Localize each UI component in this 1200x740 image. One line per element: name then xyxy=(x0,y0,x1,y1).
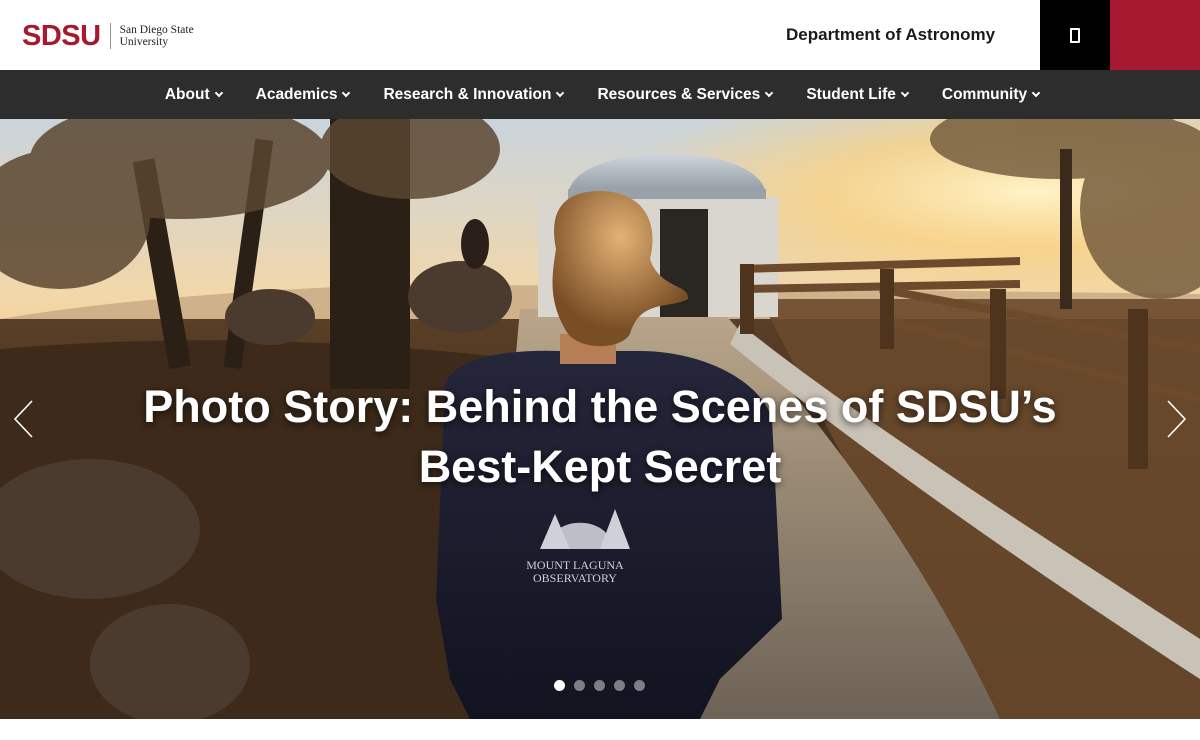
search-button[interactable] xyxy=(1040,0,1110,70)
nav-item-research[interactable]: Research & Innovation xyxy=(383,85,565,104)
carousel-dot-5[interactable] xyxy=(634,680,645,691)
sweatshirt-line-1: MOUNT LAGUNA xyxy=(526,558,624,572)
hero-carousel: MOUNT LAGUNA OBSERVATORY Photo Story: Be… xyxy=(0,119,1200,719)
chevron-down-icon xyxy=(1031,88,1041,98)
logo-divider xyxy=(109,23,111,49)
carousel-dot-1[interactable] xyxy=(554,680,565,691)
nav-item-resources[interactable]: Resources & Services xyxy=(597,85,774,104)
hero-title-line-2: Best-Kept Secret xyxy=(418,441,782,492)
nav-item-student-life[interactable]: Student Life xyxy=(806,85,910,104)
carousel-dot-4[interactable] xyxy=(614,680,625,691)
carousel-prev-button[interactable] xyxy=(12,399,36,439)
carousel-dot-3[interactable] xyxy=(594,680,605,691)
logo-university-name: San Diego State University xyxy=(120,24,194,48)
chevron-down-icon xyxy=(556,88,565,98)
hero-title-line-1: Photo Story: Behind the Scenes of SDSU’s xyxy=(143,381,1057,432)
nav-label: Student Life xyxy=(806,85,896,103)
chevron-down-icon xyxy=(342,88,351,98)
chevron-down-icon xyxy=(214,88,223,98)
carousel-pagination xyxy=(554,680,645,691)
nav-label: About xyxy=(164,85,210,103)
sweatshirt-line-2: OBSERVATORY xyxy=(533,571,617,585)
nav-label: Resources & Services xyxy=(597,85,761,103)
main-nav: About Academics Research & Innovation Re… xyxy=(0,70,1200,119)
nav-item-academics[interactable]: Academics xyxy=(255,85,351,104)
logo-line-2: University xyxy=(119,36,169,48)
chevron-left-icon xyxy=(13,400,33,438)
search-icon xyxy=(1070,27,1080,43)
logo-wordmark: SDSU xyxy=(22,19,101,52)
chevron-down-icon xyxy=(900,88,910,98)
chevron-down-icon xyxy=(765,88,774,98)
nav-item-community[interactable]: Community xyxy=(941,85,1041,104)
sweatshirt-text: MOUNT LAGUNA OBSERVATORY xyxy=(520,559,630,585)
hero-title[interactable]: Photo Story: Behind the Scenes of SDSU’s… xyxy=(100,377,1100,497)
site-header: SDSU San Diego State University Departme… xyxy=(0,0,1200,70)
carousel-dot-2[interactable] xyxy=(574,680,585,691)
nav-label: Academics xyxy=(255,85,338,103)
sdsu-logo[interactable]: SDSU San Diego State University xyxy=(22,20,194,52)
nav-item-about[interactable]: About xyxy=(164,85,223,104)
below-hero-area xyxy=(0,719,1200,740)
menu-button[interactable] xyxy=(1110,0,1200,70)
nav-label: Research & Innovation xyxy=(383,85,552,103)
department-name[interactable]: Department of Astronomy xyxy=(786,25,995,45)
nav-label: Community xyxy=(941,85,1028,103)
logo-line-1: San Diego State xyxy=(119,24,194,36)
chevron-right-icon xyxy=(1167,400,1187,438)
carousel-next-button[interactable] xyxy=(1164,399,1188,439)
